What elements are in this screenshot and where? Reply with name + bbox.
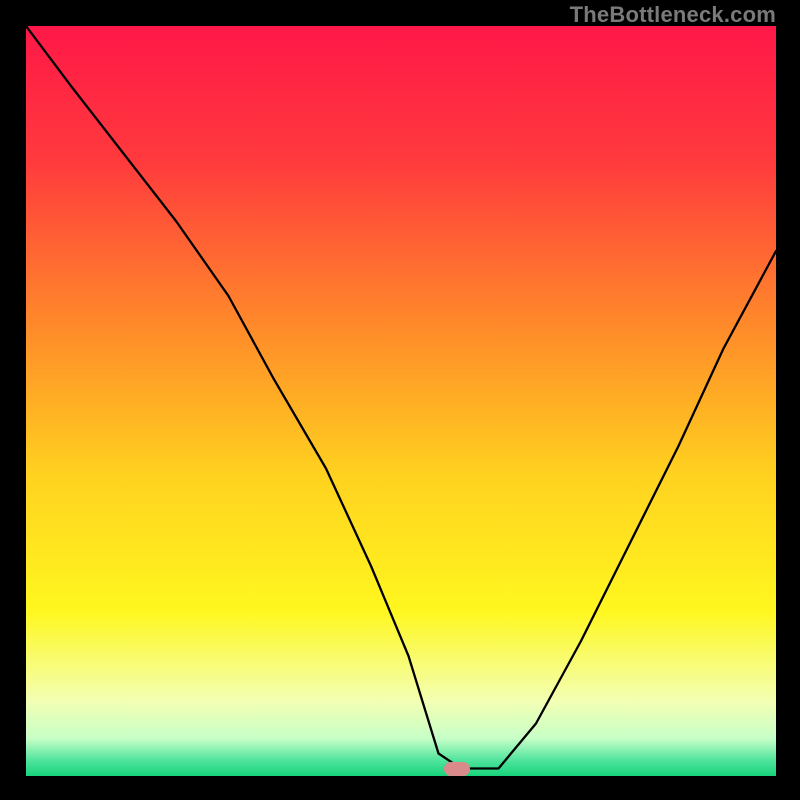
current-config-marker: [444, 762, 470, 776]
plot-area: [26, 26, 776, 776]
chart-frame: TheBottleneck.com: [0, 0, 800, 800]
plot-svg: [26, 26, 776, 776]
watermark-text: TheBottleneck.com: [570, 2, 776, 28]
gradient-background: [26, 26, 776, 776]
